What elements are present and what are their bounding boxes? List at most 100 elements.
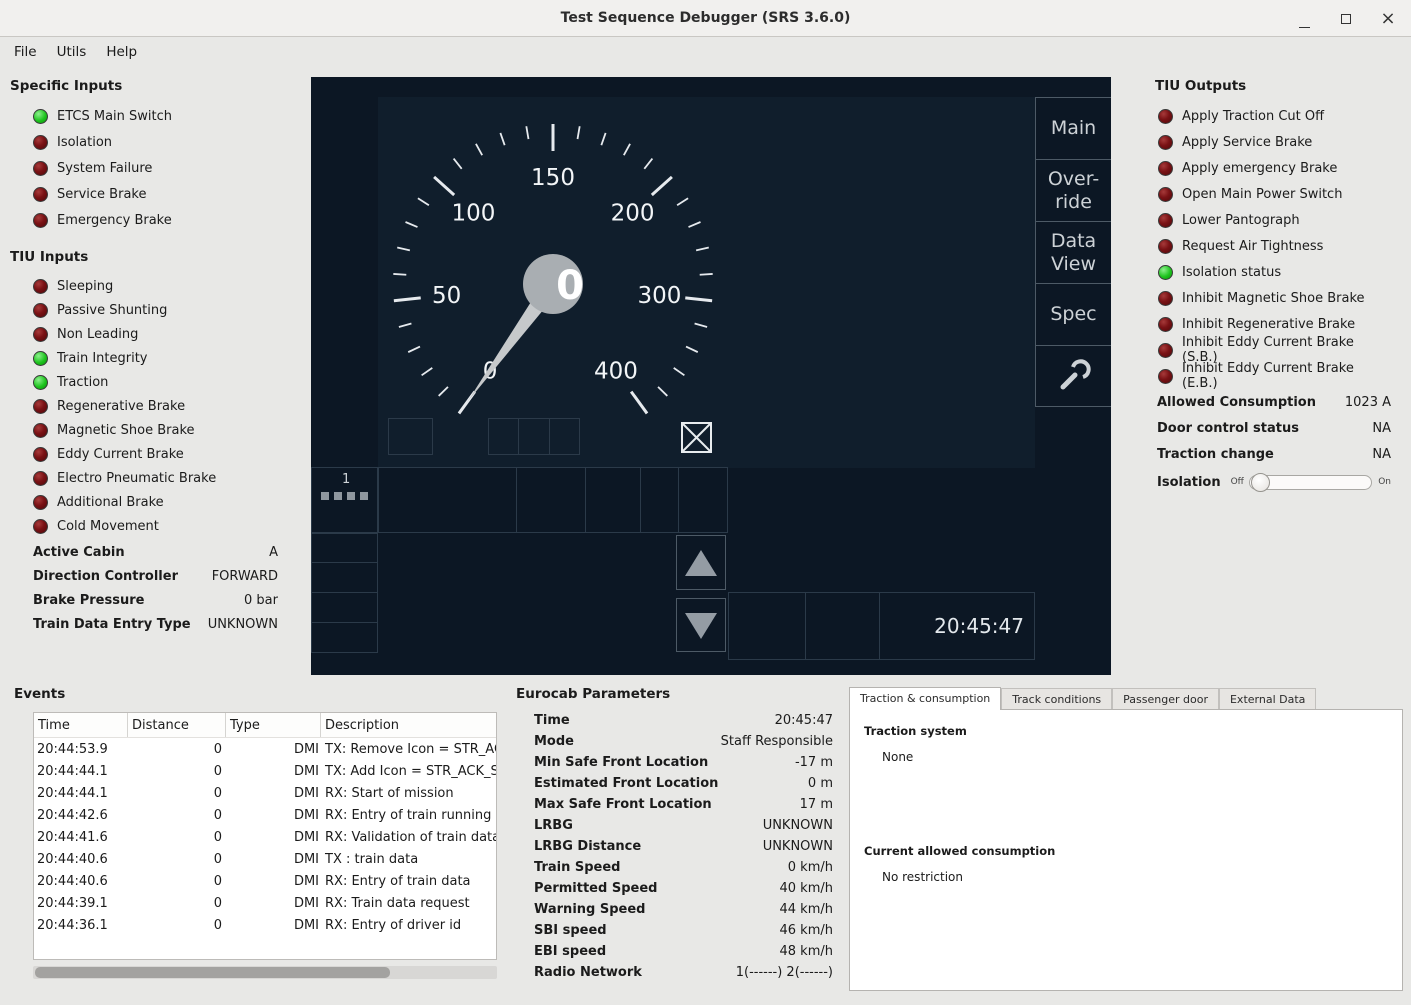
table-row[interactable]: 20:44:42.6 0 DMI RX: Entry of train runn… — [34, 804, 496, 826]
scroll-down-button[interactable] — [676, 598, 726, 652]
table-row[interactable]: 20:44:41.6 0 DMI RX: Validation of train… — [34, 826, 496, 848]
input-led-row[interactable]: System Failure — [10, 155, 278, 181]
slider-knob[interactable] — [1251, 473, 1270, 492]
input-led-row[interactable]: Eddy Current Brake — [10, 442, 278, 466]
svg-text:300: 300 — [637, 283, 681, 309]
svg-text:50: 50 — [432, 283, 461, 309]
led-indicator-icon[interactable] — [33, 471, 48, 486]
input-led-row[interactable]: Passive Shunting — [10, 298, 278, 322]
tab[interactable]: Traction & consumption — [849, 687, 1001, 710]
input-led-row[interactable]: Emergency Brake — [10, 207, 278, 233]
data-view-button[interactable]: Data View — [1035, 221, 1111, 283]
table-row[interactable]: 20:44:40.6 0 DMI TX : train data — [34, 848, 496, 870]
cell-time: 20:44:40.6 — [34, 874, 128, 889]
cell-description: RX: Train data request — [321, 896, 496, 911]
input-led-row[interactable]: Train Integrity — [10, 346, 278, 370]
menu-item[interactable]: Help — [96, 40, 147, 64]
led-indicator-icon[interactable] — [33, 135, 48, 150]
dmi-display: 0501001502003004000 1 20:45:47 Main Over… — [311, 77, 1111, 675]
input-led-row[interactable]: Cold Movement — [10, 514, 278, 538]
output-led-row: Inhibit Eddy Current Brake (S.B.) — [1155, 337, 1391, 363]
led-label: Apply Traction Cut Off — [1182, 109, 1324, 124]
led-indicator-icon[interactable] — [33, 279, 48, 294]
cab-fields: Active Cabin A Direction Controller FORW… — [10, 540, 278, 636]
cell-distance: 0 — [128, 742, 226, 757]
led-indicator-icon[interactable] — [33, 213, 48, 228]
settings-button[interactable] — [1035, 345, 1111, 407]
scroll-up-button[interactable] — [676, 535, 726, 590]
eurocab-field-row: Max Safe Front Location 17 m — [516, 794, 833, 815]
maximize-button[interactable] — [1337, 10, 1355, 28]
tab[interactable]: External Data — [1219, 688, 1316, 709]
tab-section: Current allowed consumption No restricti… — [864, 844, 1388, 884]
led-indicator-icon[interactable] — [33, 399, 48, 414]
minimize-button[interactable] — [1295, 10, 1313, 28]
table-row[interactable]: 20:44:44.1 0 DMI TX: Add Icon = STR_ACK_… — [34, 760, 496, 782]
events-scrollbar[interactable] — [33, 966, 497, 979]
field-label: Estimated Front Location — [516, 776, 808, 791]
column-header-type[interactable]: Type — [226, 713, 321, 737]
field-label: Door control status — [1157, 421, 1372, 436]
svg-text:400: 400 — [594, 359, 638, 385]
eurocab-field-row: Train Speed 0 km/h — [516, 857, 833, 878]
svg-text:0: 0 — [556, 263, 584, 309]
cell-description: TX: Add Icon = STR_ACK_S — [321, 764, 496, 779]
table-row[interactable]: 20:44:39.1 0 DMI RX: Train data request — [34, 892, 496, 914]
led-indicator-icon[interactable] — [33, 495, 48, 510]
column-header-distance[interactable]: Distance — [128, 713, 226, 737]
main-button[interactable]: Main — [1035, 97, 1111, 159]
spec-button[interactable]: Spec — [1035, 283, 1111, 345]
isolation-slider[interactable] — [1249, 475, 1372, 490]
led-indicator-icon[interactable] — [33, 161, 48, 176]
field-value: UNKNOWN — [763, 839, 833, 854]
led-indicator-icon[interactable] — [33, 447, 48, 462]
table-row[interactable]: 20:44:36.1 0 DMI RX: Entry of driver id — [34, 914, 496, 936]
table-row[interactable]: 20:44:44.1 0 DMI RX: Start of mission — [34, 782, 496, 804]
field-label: Permitted Speed — [516, 881, 780, 896]
menu-item[interactable]: Utils — [47, 40, 97, 64]
table-row[interactable]: 20:44:40.6 0 DMI RX: Entry of train data — [34, 870, 496, 892]
led-indicator-icon[interactable] — [33, 327, 48, 342]
led-indicator-icon[interactable] — [33, 351, 48, 366]
input-led-row[interactable]: ETCS Main Switch — [10, 103, 278, 129]
cab-field-row: Train Data Entry Type UNKNOWN — [10, 612, 278, 636]
led-label: Inhibit Magnetic Shoe Brake — [1182, 291, 1365, 306]
input-led-row[interactable]: Isolation — [10, 129, 278, 155]
close-button[interactable]: × — [1379, 10, 1397, 28]
led-indicator-icon[interactable] — [33, 109, 48, 124]
column-header-description[interactable]: Description — [321, 713, 496, 737]
input-led-row[interactable]: Service Brake — [10, 181, 278, 207]
field-value: 1(------) 2(------) — [736, 965, 833, 980]
input-led-row[interactable]: Regenerative Brake — [10, 394, 278, 418]
input-led-row[interactable]: Sleeping — [10, 274, 278, 298]
tab[interactable]: Track conditions — [1001, 688, 1112, 709]
input-led-row[interactable]: Magnetic Shoe Brake — [10, 418, 278, 442]
input-led-row[interactable]: Electro Pneumatic Brake — [10, 466, 278, 490]
eurocab-field-row: Min Safe Front Location -17 m — [516, 752, 833, 773]
led-indicator-icon[interactable] — [33, 303, 48, 318]
scrollbar-thumb[interactable] — [35, 967, 390, 978]
dmi-left-cell — [311, 622, 378, 653]
eurocab-field-row: Time 20:45:47 — [516, 710, 833, 731]
input-led-row[interactable]: Non Leading — [10, 322, 278, 346]
crossed-box-icon — [680, 421, 713, 454]
tiu-inputs-list: Sleeping Passive Shunting Non Leading Tr… — [10, 274, 278, 538]
tab[interactable]: Passenger door — [1112, 688, 1219, 709]
field-label: LRBG — [516, 818, 763, 833]
led-indicator-icon[interactable] — [33, 423, 48, 438]
menu-item[interactable]: File — [4, 40, 47, 64]
led-indicator-icon[interactable] — [33, 187, 48, 202]
table-row[interactable]: 20:44:53.9 0 DMI TX: Remove Icon = STR_A… — [34, 738, 496, 760]
column-header-time[interactable]: Time — [34, 713, 128, 737]
led-indicator-icon[interactable] — [33, 375, 48, 390]
led-indicator-icon[interactable] — [33, 519, 48, 534]
led-label: Apply Service Brake — [1182, 135, 1312, 150]
input-led-row[interactable]: Additional Brake — [10, 490, 278, 514]
dmi-button-column: Main Over-ride Data View Spec — [1035, 97, 1111, 407]
input-led-row[interactable]: Traction — [10, 370, 278, 394]
specific-inputs-list: ETCS Main Switch Isolation System Failur… — [10, 103, 278, 233]
cell-time: 20:44:40.6 — [34, 852, 128, 867]
override-button[interactable]: Over-ride — [1035, 159, 1111, 221]
led-label: Open Main Power Switch — [1182, 187, 1342, 202]
section-value: No restriction — [882, 870, 1388, 884]
